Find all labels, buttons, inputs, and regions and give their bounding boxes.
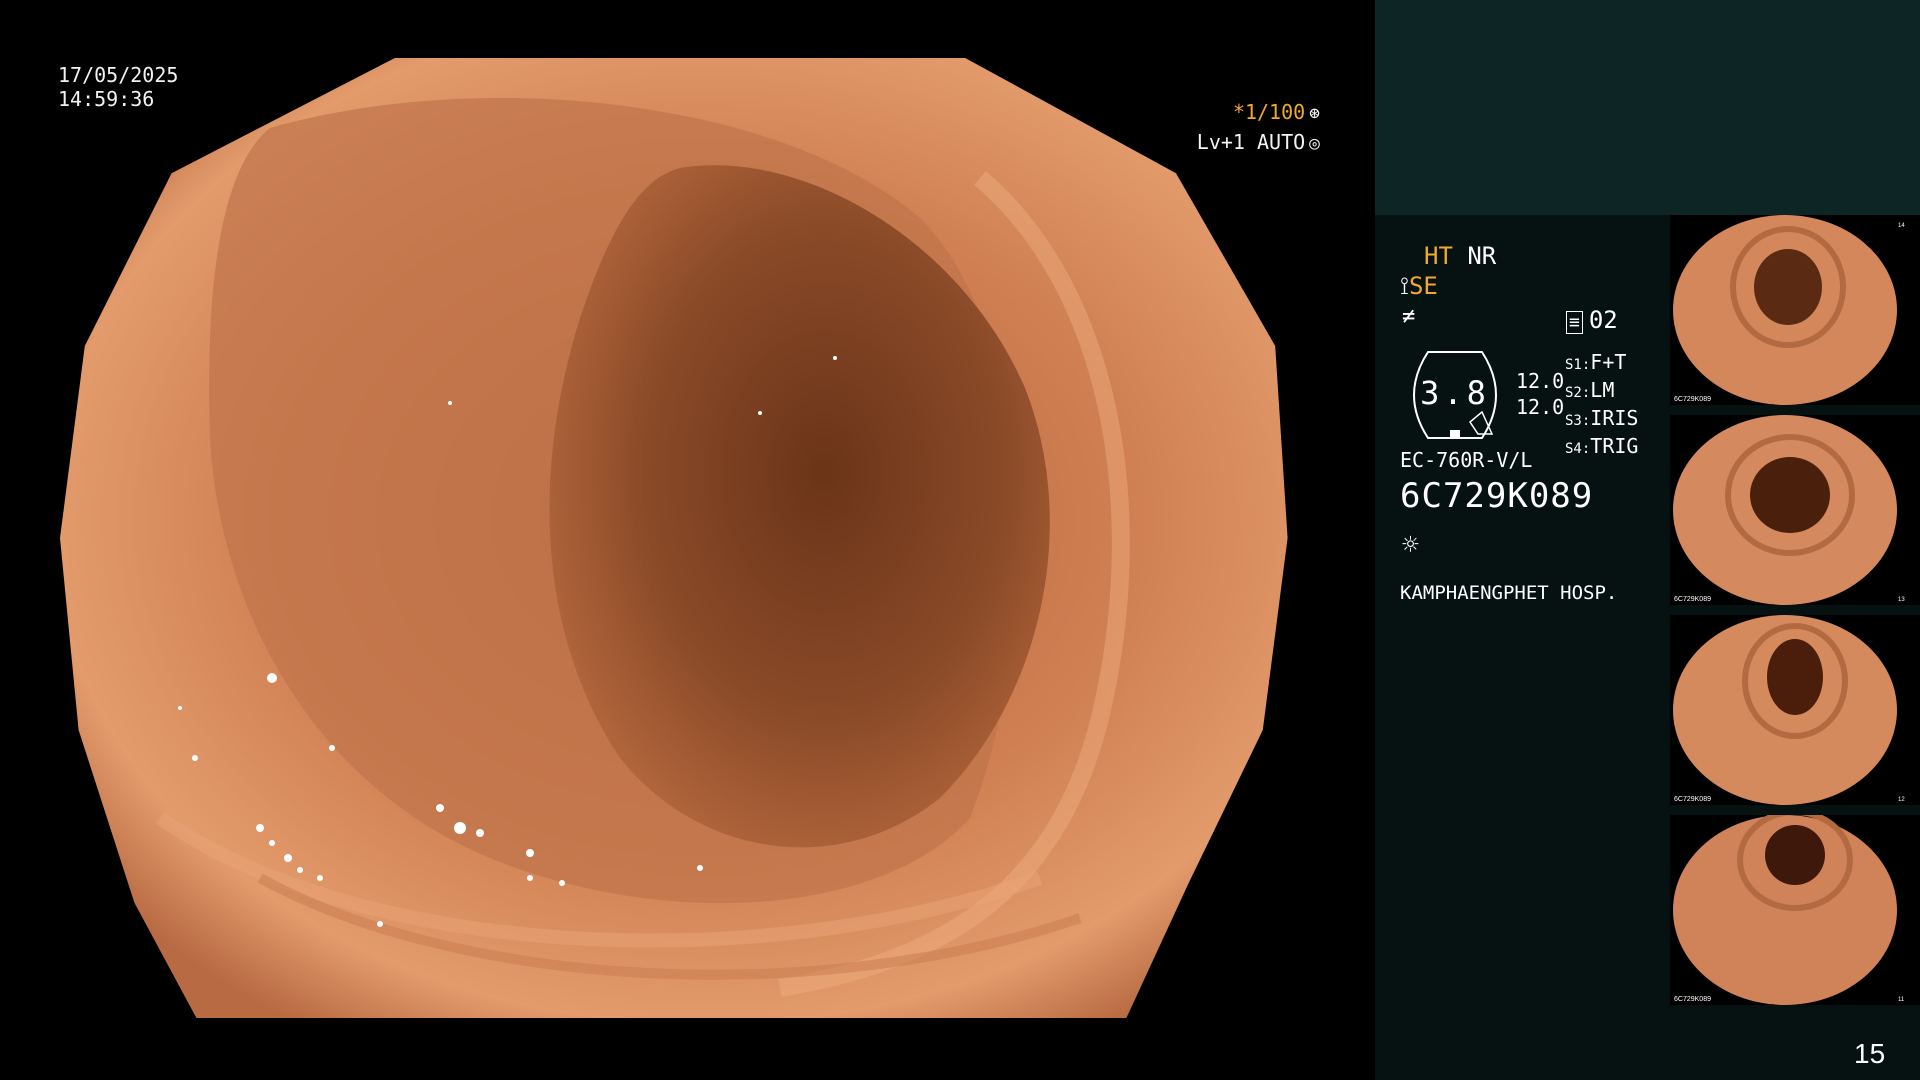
- thumb-serial: 6C729K089: [1674, 796, 1711, 803]
- setting-value-1: 12.0: [1516, 369, 1565, 393]
- switch-key: S1: [1565, 357, 1582, 373]
- scope-serial: 6C729K089: [1400, 476, 1594, 516]
- thumb-serial: 6C729K089: [1674, 996, 1711, 1003]
- thumb-serial: 6C729K089: [1674, 396, 1711, 403]
- hospital-name: KAMPHAENGPHET HOSP.: [1400, 582, 1618, 604]
- thumb-serial: 6C729K089: [1674, 596, 1711, 603]
- shutter-speed: *1/100: [1232, 100, 1306, 124]
- thumbnail-11[interactable]: 11 6C729K089: [1670, 815, 1920, 1005]
- setting-value-2: 12.0: [1516, 395, 1565, 419]
- thumb-label: 13: [1898, 597, 1905, 603]
- sun-icon: ☼: [1402, 528, 1419, 561]
- gauge-value: 3.8: [1420, 374, 1490, 412]
- slash-f-icon: ≠: [1402, 304, 1416, 329]
- settings-values: 12.0 12.0: [1516, 368, 1564, 420]
- switch-val: F+T: [1590, 350, 1627, 374]
- datetime: 17/05/2025 14:59:36: [58, 63, 178, 111]
- enhancement-icon: ⟟: [1400, 272, 1409, 300]
- memo-icon: ≡: [1566, 311, 1583, 334]
- page-number: 15: [1854, 1038, 1886, 1069]
- scope-model: EC-760R-V/L: [1400, 448, 1533, 472]
- iris-icon: ◎: [1309, 133, 1320, 154]
- hardness-gauge: 3.8: [1400, 350, 1510, 440]
- nr-indicator: NR: [1467, 242, 1497, 270]
- time-text: 14:59:36: [58, 87, 155, 111]
- switch-val: LM: [1590, 378, 1615, 402]
- switch-key: S2: [1565, 385, 1582, 401]
- scope-status: *1/100 ⊛ Lv+1 AUTO ◎: [1197, 98, 1320, 158]
- date-text: 17/05/2025: [58, 63, 179, 87]
- panel-top: [1375, 0, 1920, 215]
- switch-key: S3: [1565, 413, 1582, 429]
- switch-val: IRIS: [1590, 406, 1639, 430]
- thumbnail-12[interactable]: 12 6C729K089: [1670, 615, 1920, 805]
- thumb-label: 12: [1898, 797, 1905, 803]
- aperture-icon: ⊛: [1309, 103, 1320, 124]
- thumb-label: 11: [1898, 997, 1905, 1003]
- memo-count: 02: [1588, 306, 1618, 334]
- thumbnail-14[interactable]: 14 6C729K089: [1670, 215, 1920, 405]
- thumbnail-13[interactable]: 13 6C729K089: [1670, 415, 1920, 605]
- switch-key: S4: [1565, 441, 1582, 457]
- se-indicator: SE: [1408, 272, 1438, 300]
- endoscopy-image: [60, 58, 1288, 1018]
- brightness-level: Lv+1 AUTO: [1196, 130, 1306, 154]
- switch-val: TRIG: [1590, 434, 1639, 458]
- ht-indicator: HT: [1424, 242, 1453, 270]
- switch-assignments: S1:F+T S2:LM S3:IRIS S4:TRIG: [1565, 350, 1639, 458]
- thumb-label: 14: [1898, 223, 1905, 229]
